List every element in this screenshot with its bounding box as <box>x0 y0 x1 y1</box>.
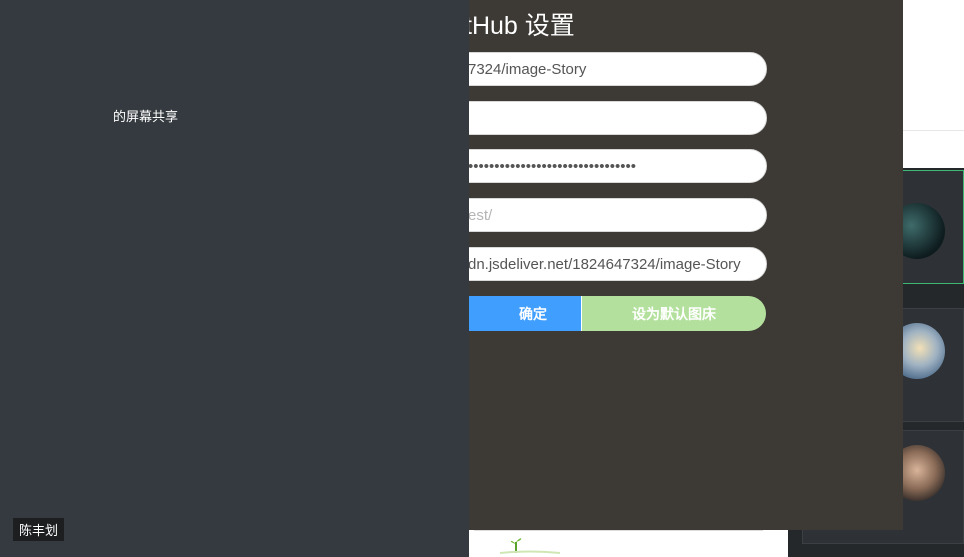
github-settings-dialog: tHub 设置 确定 设为默认图床 <box>469 0 903 530</box>
dialog-title: tHub 设置 <box>469 12 575 40</box>
set-default-button[interactable]: 设为默认图床 <box>581 296 766 331</box>
cdn-url-input[interactable] <box>469 247 767 281</box>
branch-input[interactable] <box>469 101 767 135</box>
repository-input[interactable] <box>469 52 767 86</box>
sprout-icon <box>500 538 560 554</box>
divider-line <box>903 130 964 131</box>
confirm-button[interactable]: 确定 <box>469 296 581 331</box>
participant-name: 陈丰划 <box>13 518 65 541</box>
token-input[interactable] <box>469 149 767 183</box>
path-input[interactable] <box>469 198 767 232</box>
sprout-illustration <box>474 530 763 554</box>
dialog-button-group: 确定 设为默认图床 <box>469 296 766 331</box>
left-panel <box>0 0 469 557</box>
participant-name-screen-share: 的屏幕共享 <box>113 109 179 124</box>
